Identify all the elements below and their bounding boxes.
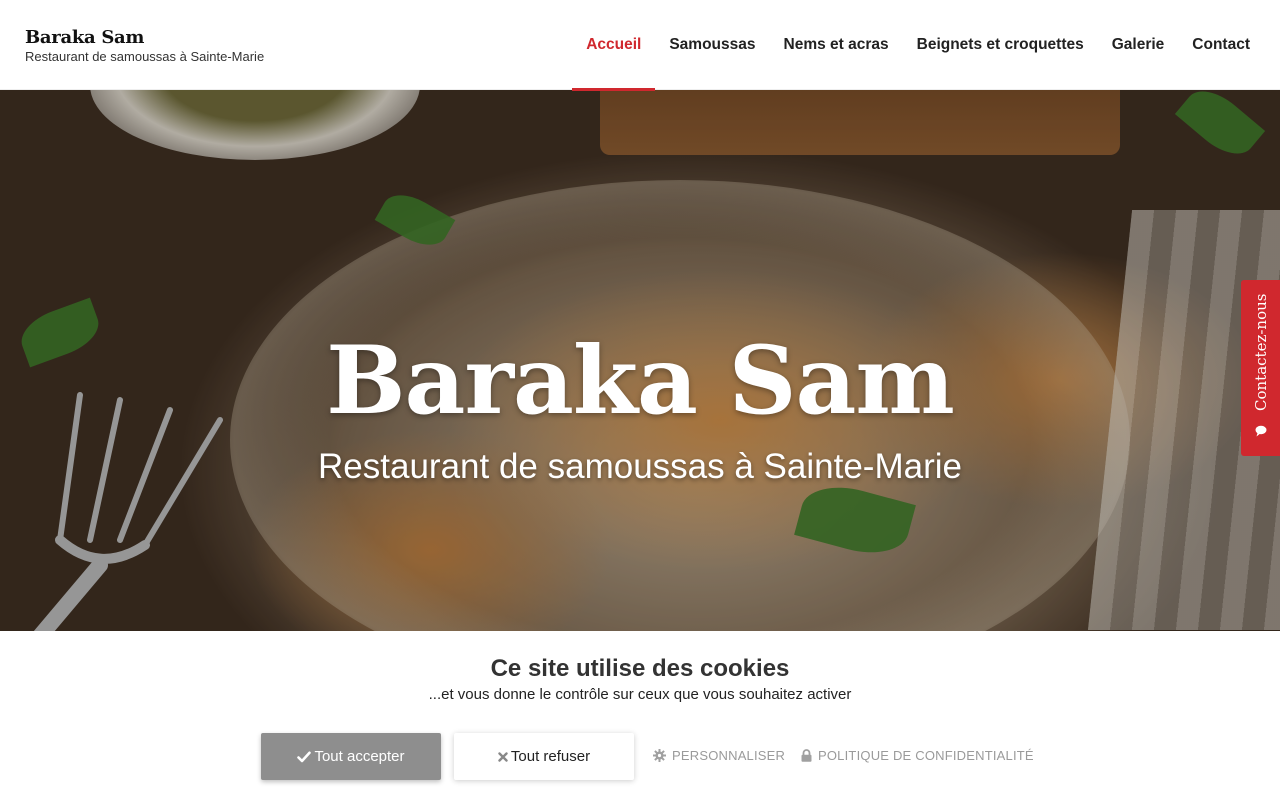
nav-item-samoussas[interactable]: Samoussas: [655, 0, 769, 90]
privacy-policy-link[interactable]: POLITIQUE DE CONFIDENTIALITÉ: [801, 748, 1034, 763]
refuse-all-button[interactable]: Tout refuser: [454, 733, 634, 780]
main-nav: Accueil Samoussas Nems et acras Beignets…: [572, 0, 1264, 91]
cookie-description: ...et vous donne le contrôle sur ceux qu…: [428, 686, 852, 703]
brand[interactable]: Baraka Sam Restaurant de samoussas à Sai…: [25, 27, 264, 65]
contact-side-tab[interactable]: Contactez-nous: [1241, 280, 1280, 456]
cookie-title: Ce site utilise des cookies: [490, 655, 790, 682]
lock-icon: [801, 749, 812, 762]
customize-link[interactable]: PERSONNALISER: [653, 748, 785, 763]
nav-item-galerie[interactable]: Galerie: [1098, 0, 1179, 90]
hero-banner: Baraka Sam Restaurant de samoussas à Sai…: [0, 90, 1280, 631]
accept-all-button[interactable]: Tout accepter: [261, 733, 441, 780]
refuse-all-label: Tout refuser: [510, 748, 591, 765]
brand-title[interactable]: Baraka Sam: [25, 27, 264, 49]
contact-tab-label: Contactez-nous: [1252, 293, 1270, 411]
nav-item-contact[interactable]: Contact: [1178, 0, 1264, 90]
check-icon: [297, 751, 312, 762]
nav-item-accueil[interactable]: Accueil: [572, 0, 656, 91]
chat-bubble-icon: [1255, 425, 1267, 437]
site-header: Baraka Sam Restaurant de samoussas à Sai…: [0, 0, 1280, 91]
gear-icon: [653, 749, 666, 762]
privacy-policy-label: POLITIQUE DE CONFIDENTIALITÉ: [818, 748, 1034, 763]
hero-subtitle: Restaurant de samoussas à Sainte-Marie: [318, 447, 962, 486]
close-icon: [498, 751, 508, 762]
customize-label: PERSONNALISER: [672, 748, 786, 763]
accept-all-label: Tout accepter: [314, 748, 405, 765]
cookie-banner: Ce site utilise des cookies ...et vous d…: [0, 631, 1280, 800]
nav-item-nems-et-acras[interactable]: Nems et acras: [770, 0, 903, 90]
hero-title: Baraka Sam: [326, 326, 955, 436]
brand-subtitle: Restaurant de samoussas à Sainte-Marie: [25, 49, 265, 64]
nav-item-beignets-et-croquettes[interactable]: Beignets et croquettes: [903, 0, 1098, 90]
